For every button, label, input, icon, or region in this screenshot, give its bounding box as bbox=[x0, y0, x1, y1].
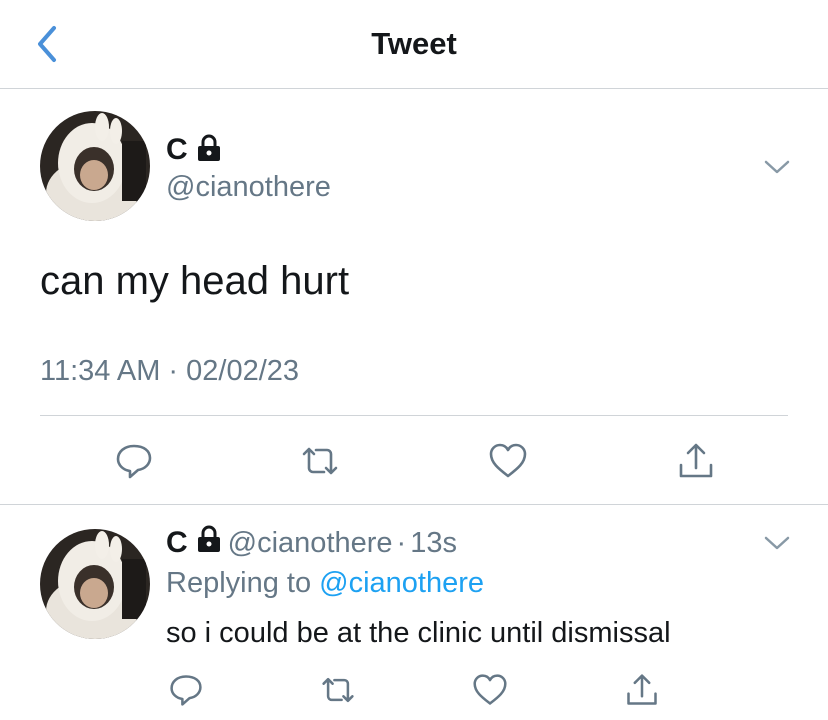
retweet-button[interactable] bbox=[318, 670, 358, 710]
tweet-text: can my head hurt bbox=[40, 259, 350, 303]
share-button[interactable] bbox=[622, 670, 662, 710]
reply-text: so i could be at the clinic until dismis… bbox=[166, 617, 671, 649]
author-handle[interactable]: @cianothere bbox=[228, 527, 393, 560]
author-name[interactable]: C bbox=[166, 526, 188, 560]
replying-to-label: Replying to bbox=[166, 567, 312, 599]
separator-dot: · bbox=[396, 526, 407, 559]
share-button[interactable] bbox=[674, 439, 718, 483]
like-button[interactable] bbox=[470, 670, 510, 710]
like-icon bbox=[489, 443, 527, 478]
reply-button[interactable] bbox=[166, 670, 206, 710]
replying-to-mention[interactable]: @cianothere bbox=[319, 567, 484, 599]
author-name[interactable]: C bbox=[166, 133, 188, 167]
share-icon bbox=[679, 443, 713, 478]
reply-icon bbox=[170, 675, 202, 706]
reply-time[interactable]: 13s bbox=[410, 527, 457, 560]
reply-tweet: C @cianothere · 13s Replying to @cianoth… bbox=[0, 505, 828, 720]
divider bbox=[40, 415, 788, 416]
nav-bar: Tweet bbox=[0, 0, 828, 89]
more-options-button[interactable] bbox=[764, 159, 790, 180]
avatar[interactable] bbox=[40, 111, 150, 221]
lock-icon bbox=[196, 134, 222, 167]
retweet-icon bbox=[322, 677, 354, 703]
tweet-timestamp[interactable]: 11:34 AM · 02/02/23 bbox=[40, 355, 299, 388]
lock-icon bbox=[196, 525, 222, 561]
author-handle[interactable]: @cianothere bbox=[166, 171, 331, 204]
reply-button[interactable] bbox=[112, 439, 156, 483]
share-icon bbox=[627, 674, 657, 705]
main-tweet: C @cianothere can my head hurt 11:34 AM … bbox=[0, 89, 828, 505]
retweet-icon bbox=[302, 447, 338, 475]
chevron-down-icon bbox=[764, 160, 790, 174]
chevron-down-icon bbox=[764, 536, 790, 550]
like-button[interactable] bbox=[486, 439, 530, 483]
author-row: C bbox=[166, 133, 222, 167]
like-icon bbox=[473, 674, 507, 705]
avatar[interactable] bbox=[40, 529, 150, 639]
retweet-button[interactable] bbox=[298, 439, 342, 483]
page-title: Tweet bbox=[371, 26, 457, 61]
reply-author-row: C @cianothere · 13s bbox=[166, 525, 457, 561]
replying-to: Replying to @cianothere bbox=[166, 567, 484, 600]
reply-icon bbox=[116, 444, 152, 479]
more-options-button[interactable] bbox=[764, 535, 790, 556]
